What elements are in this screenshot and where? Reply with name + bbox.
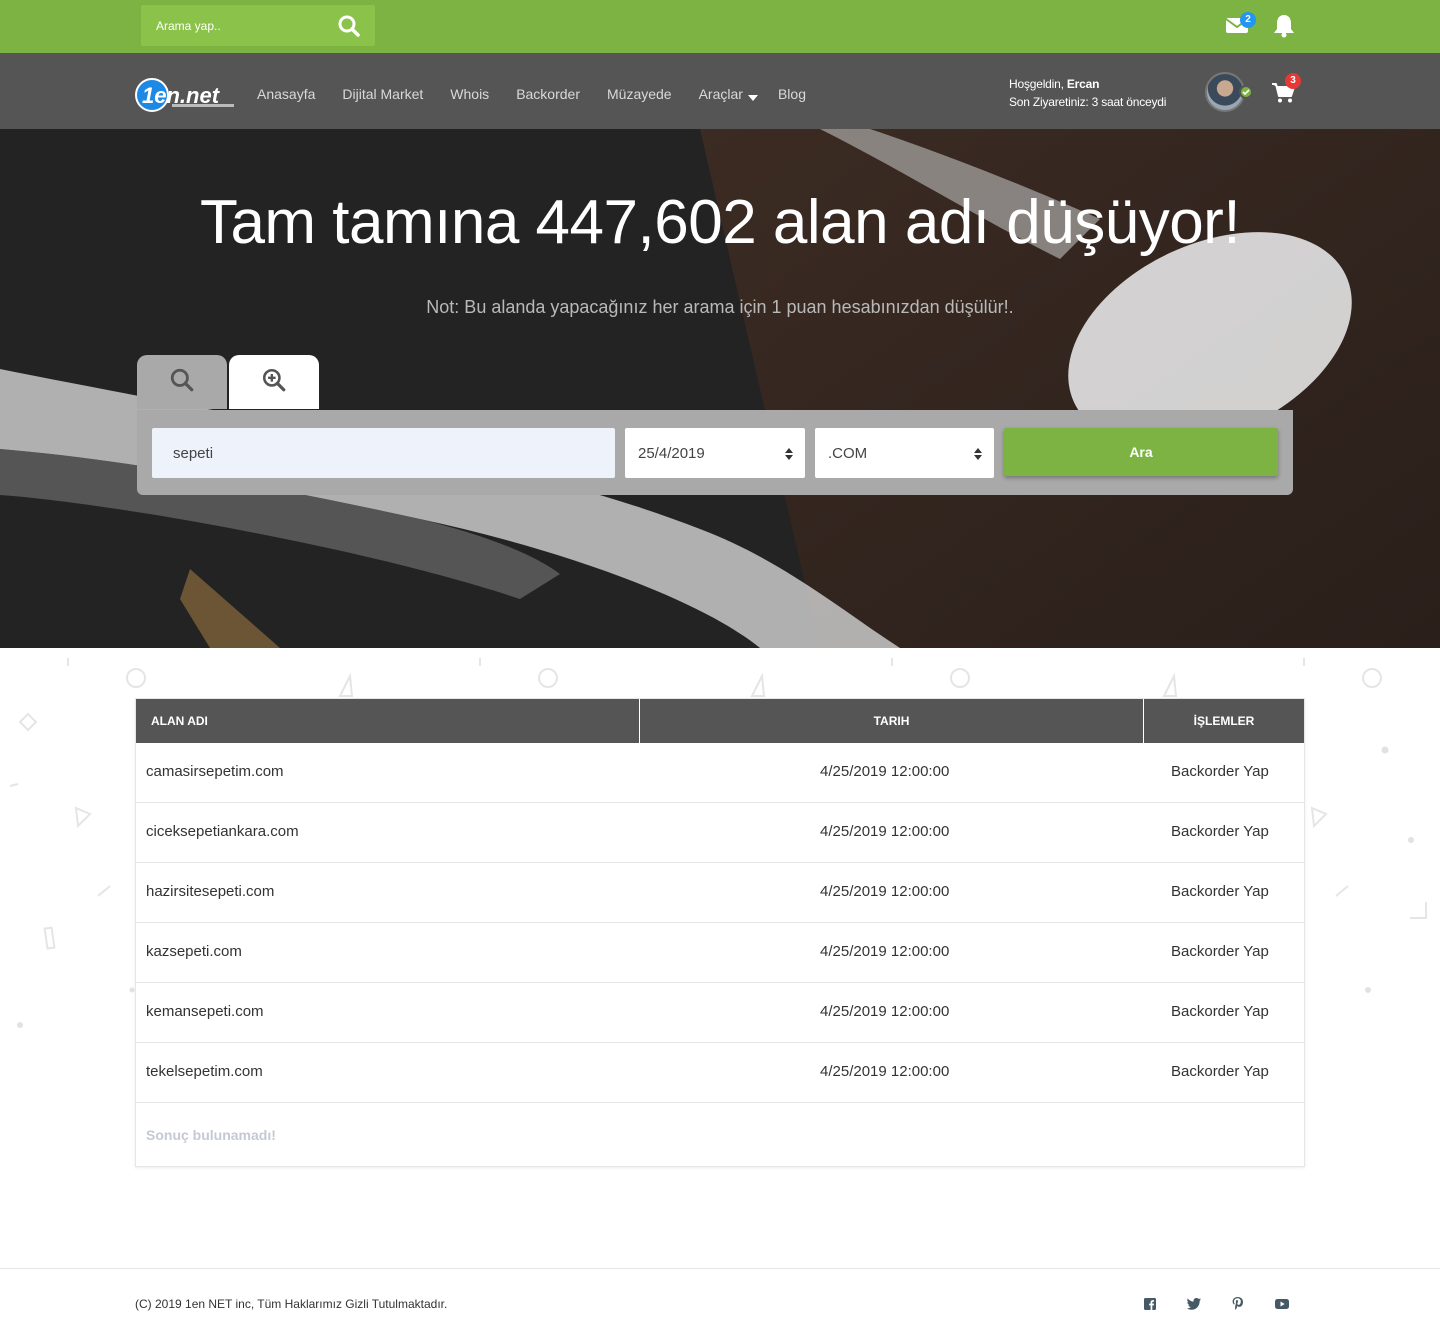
copyright: (C) 2019 1en NET inc, Tüm Haklarımız Giz… <box>135 1297 448 1311</box>
nav-anasayfa[interactable]: Anasayfa <box>257 85 315 103</box>
zoom-in-icon <box>261 367 287 398</box>
welcome-prefix: Hoşgeldin, <box>1009 77 1067 91</box>
table-header: ALAN ADI TARIH İŞLEMLER <box>136 699 1304 743</box>
select-arrows-icon <box>785 447 793 464</box>
nav-whois[interactable]: Whois <box>450 85 489 103</box>
nav-araclar-label: Araçlar <box>698 86 743 102</box>
username[interactable]: Ercan <box>1067 77 1100 91</box>
welcome-block: Hoşgeldin, Ercan Son Ziyaretiniz: 3 saat… <box>1009 75 1166 111</box>
hero-title: Tam tamına 447,602 alan adı düşüyor! <box>199 188 1241 257</box>
column-header-domain[interactable]: ALAN ADI <box>136 699 640 743</box>
empty-result-text: Sonuç bulunamadı! <box>146 1127 276 1143</box>
date-cell: 4/25/2019 12:00:00 <box>820 1063 950 1080</box>
select-arrows-icon <box>974 447 982 464</box>
column-header-date[interactable]: TARIH <box>640 699 1144 743</box>
domain-cell: kazsepeti.com <box>146 943 242 960</box>
online-status-icon <box>1239 85 1253 99</box>
table-row: tekelsepetim.com 4/25/2019 12:00:00 Back… <box>136 1043 1304 1103</box>
domain-cell: camasirsepetim.com <box>146 763 284 780</box>
main-nav: Anasayfa Dijital Market Whois Backorder … <box>257 85 833 103</box>
top-search <box>141 5 375 46</box>
nav-backorder[interactable]: Backorder <box>516 85 580 103</box>
results-table: ALAN ADI TARIH İŞLEMLER camasirsepetim.c… <box>135 698 1305 1167</box>
youtube-icon[interactable] <box>1275 1297 1289 1315</box>
backorder-link[interactable]: Backorder Yap <box>1171 943 1269 960</box>
logo[interactable]: 1en.net <box>134 76 238 112</box>
domain-cell: hazirsitesepeti.com <box>146 883 275 900</box>
nav-muzayede[interactable]: Müzayede <box>607 85 672 103</box>
nav-blog[interactable]: Blog <box>778 85 806 103</box>
nav-dijital-market[interactable]: Dijital Market <box>342 85 423 103</box>
column-header-actions: İŞLEMLER <box>1193 714 1255 728</box>
pinterest-icon[interactable] <box>1232 1297 1243 1315</box>
backorder-link[interactable]: Backorder Yap <box>1171 1003 1269 1020</box>
domain-cell: ciceksepetiankara.com <box>146 823 299 840</box>
domain-cell: kemansepeti.com <box>146 1003 264 1020</box>
tld-select[interactable]: .COM <box>815 428 994 478</box>
date-select[interactable]: 25/4/2019 <box>625 428 805 478</box>
facebook-icon[interactable] <box>1144 1297 1156 1315</box>
table-row: ciceksepetiankara.com 4/25/2019 12:00:00… <box>136 803 1304 863</box>
domain-cell: tekelsepetim.com <box>146 1063 263 1080</box>
table-row: kemansepeti.com 4/25/2019 12:00:00 Backo… <box>136 983 1304 1043</box>
nav-araclar[interactable]: Araçlar <box>699 85 758 103</box>
last-visit: Son Ziyaretiniz: 3 saat önceydi <box>1009 95 1167 109</box>
hero-note: Not: Bu alanda yapacağınız her arama içi… <box>426 297 1014 317</box>
mail-badge: 2 <box>1240 12 1256 28</box>
date-cell: 4/25/2019 12:00:00 <box>820 943 950 960</box>
date-cell: 4/25/2019 12:00:00 <box>820 763 950 780</box>
search-icon[interactable] <box>337 14 361 43</box>
backorder-link[interactable]: Backorder Yap <box>1171 1063 1269 1080</box>
table-row: kazsepeti.com 4/25/2019 12:00:00 Backord… <box>136 923 1304 983</box>
backorder-link[interactable]: Backorder Yap <box>1171 883 1269 900</box>
tld-select-value: .COM <box>828 444 868 462</box>
bell-icon[interactable] <box>1273 14 1295 43</box>
footer: (C) 2019 1en NET inc, Tüm Haklarımız Giz… <box>0 1268 1440 1336</box>
search-form: sepeti 25/4/2019 .COM Ara <box>137 410 1293 495</box>
backorder-link[interactable]: Backorder Yap <box>1171 763 1269 780</box>
domain-search-input[interactable]: sepeti <box>152 428 615 478</box>
search-icon <box>169 367 195 398</box>
cart-badge: 3 <box>1285 73 1301 89</box>
table-row: hazirsitesepeti.com 4/25/2019 12:00:00 B… <box>136 863 1304 923</box>
date-cell: 4/25/2019 12:00:00 <box>820 1003 950 1020</box>
search-submit-button[interactable]: Ara <box>1004 428 1278 476</box>
date-select-value: 25/4/2019 <box>638 444 705 462</box>
tab-advanced-search[interactable] <box>229 355 319 409</box>
tab-simple-search[interactable] <box>137 355 227 409</box>
twitter-icon[interactable] <box>1186 1297 1201 1315</box>
backorder-link[interactable]: Backorder Yap <box>1171 823 1269 840</box>
date-cell: 4/25/2019 12:00:00 <box>820 823 950 840</box>
table-row: camasirsepetim.com 4/25/2019 12:00:00 Ba… <box>136 743 1304 803</box>
date-cell: 4/25/2019 12:00:00 <box>820 883 950 900</box>
search-input[interactable] <box>141 18 321 33</box>
caret-down-icon <box>747 88 758 104</box>
domain-search-value: sepeti <box>173 444 214 462</box>
hero-section: Tam tamına 447,602 alan adı düşüyor! Not… <box>0 129 1440 648</box>
